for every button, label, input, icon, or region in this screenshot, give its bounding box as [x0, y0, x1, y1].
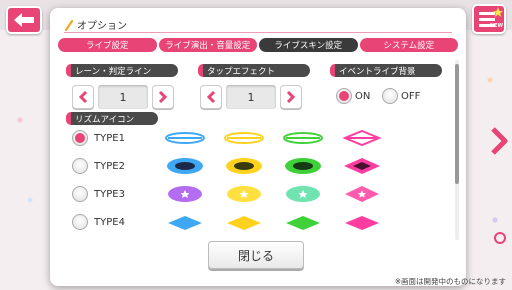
- type3-purple-note-icon: [168, 186, 202, 202]
- event-bg-off-option[interactable]: OFF: [382, 88, 420, 104]
- chevron-right-icon: [286, 90, 296, 104]
- scrollbar[interactable]: [455, 60, 459, 240]
- event-bg-on-radio[interactable]: [336, 88, 352, 104]
- rhythm-type-row[interactable]: TYPE4: [58, 210, 456, 234]
- type3-mint-note-icon: [286, 186, 320, 202]
- tab-system-settings[interactable]: システム設定: [359, 38, 458, 52]
- tap-effect-increment-button[interactable]: [280, 85, 302, 109]
- lane-increment-button[interactable]: [152, 85, 174, 109]
- development-footnote: ※画面は開発中のものになります: [394, 277, 506, 286]
- type4-label: TYPE4: [94, 216, 125, 228]
- type3-yellow-note-icon: [227, 186, 261, 202]
- dialog-title-text: オプション: [77, 21, 127, 32]
- dialog-title: オプション: [64, 17, 127, 32]
- event-bg-off-label: OFF: [401, 90, 421, 102]
- next-arrow-icon[interactable]: [490, 126, 508, 156]
- rhythm-type-row[interactable]: TYPE2: [58, 154, 456, 178]
- type2-green-note-icon: [285, 158, 321, 174]
- new-badge: NEW: [489, 23, 503, 29]
- type4-pink-note-icon: [345, 216, 379, 230]
- tab-live-skin[interactable]: ライブスキン設定: [259, 38, 358, 52]
- event-bg-label: イベントライブ背景: [330, 64, 442, 77]
- type4-blue-note-icon: [168, 216, 202, 230]
- chevron-right-icon: [158, 90, 168, 104]
- tap-effect-label: タップエフェクト: [198, 64, 310, 77]
- rhythm-type-row[interactable]: TYPE3: [58, 182, 456, 206]
- tap-effect-decrement-button[interactable]: [200, 85, 222, 109]
- type2-blue-note-icon: [167, 158, 203, 174]
- lane-stepper: 1: [72, 85, 174, 109]
- type4-yellow-note-icon: [227, 216, 261, 230]
- type2-label: TYPE2: [94, 160, 125, 172]
- type1-label: TYPE1: [94, 132, 125, 144]
- pencil-icon: [64, 19, 74, 31]
- lane-value: 1: [98, 85, 148, 109]
- event-bg-on-label: ON: [355, 90, 371, 102]
- tap-effect-value: 1: [226, 85, 276, 109]
- scrollbar-thumb[interactable]: [455, 64, 459, 184]
- type1-radio[interactable]: [72, 130, 88, 146]
- lane-decrement-button[interactable]: [72, 85, 94, 109]
- menu-button[interactable]: NEW: [472, 4, 506, 34]
- type3-radio[interactable]: [72, 186, 88, 202]
- type4-green-note-icon: [286, 216, 320, 230]
- tab-live-effect-volume[interactable]: ライブ演出・音量設定: [158, 38, 257, 52]
- type2-pink-note-icon: [344, 158, 380, 174]
- rhythm-icon-list[interactable]: TYPE1 TYPE2 TYPE3 TYPE4: [58, 118, 456, 242]
- options-dialog: オプション ライブ設定 ライブ演出・音量設定 ライブスキン設定 システム設定 レ…: [50, 8, 466, 286]
- tap-effect-stepper: 1: [200, 85, 302, 109]
- type1-yellow-note-icon: [224, 132, 264, 144]
- type1-blue-note-icon: [165, 132, 205, 144]
- tab-bar: ライブ設定 ライブ演出・音量設定 ライブスキン設定 システム設定: [58, 38, 458, 52]
- rhythm-type-row[interactable]: TYPE1: [58, 126, 456, 150]
- type3-label: TYPE3: [94, 188, 125, 200]
- title-divider: [64, 32, 452, 33]
- type2-yellow-note-icon: [226, 158, 262, 174]
- back-arrow-icon: [14, 13, 34, 27]
- type1-pink-note-icon: [342, 129, 382, 147]
- type2-radio[interactable]: [72, 158, 88, 174]
- close-button[interactable]: 閉じる: [208, 241, 304, 269]
- chevron-left-icon: [206, 90, 216, 104]
- event-bg-off-radio[interactable]: [382, 88, 398, 104]
- type1-green-note-icon: [283, 132, 323, 144]
- event-bg-on-option[interactable]: ON: [336, 88, 370, 104]
- type3-pink-note-icon: [345, 186, 379, 202]
- back-button[interactable]: [6, 6, 42, 34]
- tab-live-settings[interactable]: ライブ設定: [58, 38, 157, 52]
- chevron-left-icon: [78, 90, 88, 104]
- info-icon: [494, 232, 506, 244]
- type4-radio[interactable]: [72, 214, 88, 230]
- lane-label: レーン・判定ライン: [66, 64, 178, 77]
